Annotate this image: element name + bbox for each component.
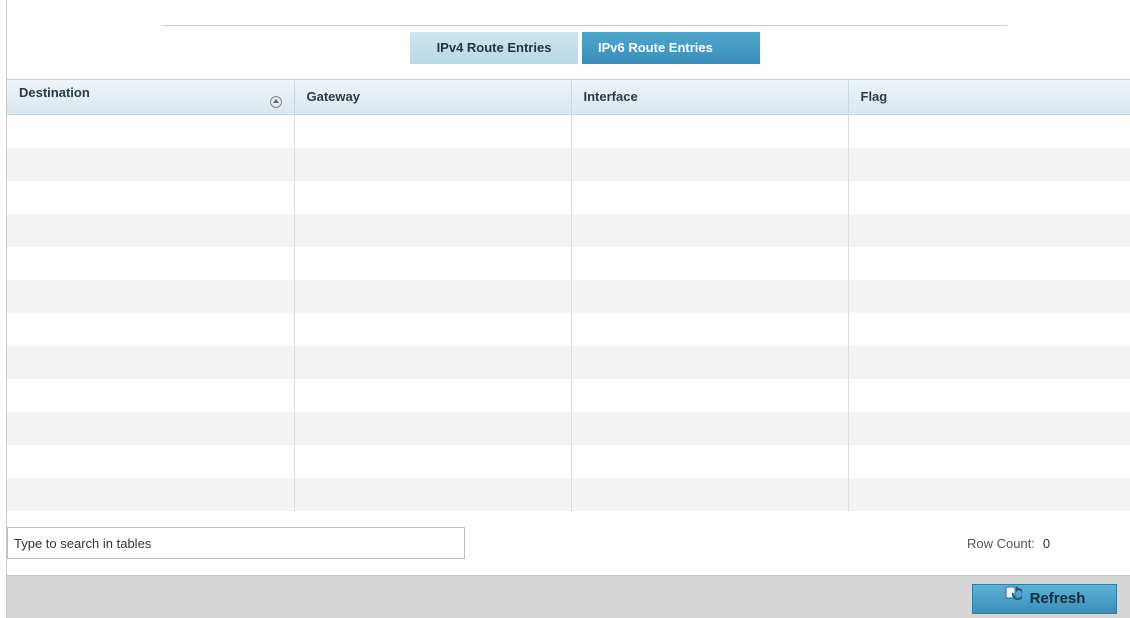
column-header-gateway[interactable]: Gateway [294, 80, 572, 115]
table-cell [848, 445, 1130, 478]
table-header-row: Destination Gateway Interface Flag [7, 80, 1130, 115]
table-row [7, 213, 1130, 247]
table-cell [571, 378, 849, 412]
row-count-value: 0 [1042, 536, 1051, 551]
table-cell [571, 114, 849, 148]
route-table: Destination Gateway Interface Flag [7, 79, 1130, 521]
table-cell [7, 312, 295, 346]
table-cell [848, 279, 1130, 313]
column-header-destination[interactable]: Destination [7, 80, 295, 115]
table-cell [294, 345, 572, 379]
table-cell [571, 411, 849, 445]
table-row [7, 312, 1130, 346]
table-cell [848, 379, 1130, 412]
table-row [7, 345, 1130, 379]
table-cell [571, 246, 849, 280]
table-cell [571, 444, 849, 478]
table-body [7, 114, 1130, 511]
tab-ipv6-route-entries[interactable]: IPv6 Route Entries [582, 32, 760, 64]
table-row [7, 180, 1130, 214]
table-row [7, 378, 1130, 412]
table-cell [294, 279, 572, 313]
table-cell [294, 114, 572, 148]
table-cell [7, 411, 295, 445]
table-cell [848, 181, 1130, 214]
table-cell [848, 477, 1130, 511]
table-cell [294, 312, 572, 346]
table-cell [294, 477, 572, 511]
table-row [7, 147, 1130, 181]
table-cell [7, 279, 295, 313]
table-cell [7, 477, 295, 511]
table-cell [848, 247, 1130, 280]
table-cell [294, 180, 572, 214]
table-cell [7, 345, 295, 379]
table-cell [571, 279, 849, 313]
refresh-button[interactable]: Refresh [972, 584, 1117, 614]
table-row [7, 444, 1130, 478]
route-entries-panel: IPv4 Route Entries IPv6 Route Entries De… [6, 0, 1130, 618]
table-cell [7, 114, 295, 148]
table-row [7, 114, 1130, 148]
table-search-input[interactable] [7, 527, 465, 559]
table-cell [571, 345, 849, 379]
table-cell [571, 147, 849, 181]
footer-bar: Refresh [7, 575, 1130, 618]
column-header-interface[interactable]: Interface [571, 80, 849, 115]
table-cell [571, 180, 849, 214]
table-cell [7, 180, 295, 214]
table-cell [294, 378, 572, 412]
table-cell [848, 313, 1130, 346]
sort-ascending-icon[interactable] [269, 96, 282, 109]
table-cell [571, 213, 849, 247]
table-cell [848, 213, 1130, 247]
table-cell [848, 147, 1130, 181]
table-cell [7, 147, 295, 181]
table-row [7, 279, 1130, 313]
column-header-flag[interactable]: Flag [848, 80, 1130, 115]
table-cell [294, 246, 572, 280]
tab-ipv4-route-entries[interactable]: IPv4 Route Entries [410, 32, 578, 64]
tab-bar: IPv4 Route Entries IPv6 Route Entries [410, 32, 760, 64]
refresh-icon [1004, 584, 1024, 612]
column-header-label: Destination [19, 85, 90, 101]
table-cell [7, 444, 295, 478]
table-cell [294, 213, 572, 247]
table-cell [848, 411, 1130, 445]
table-row [7, 477, 1130, 511]
row-count-label: Row Count: [967, 536, 1035, 551]
divider [162, 25, 1007, 26]
table-cell [7, 378, 295, 412]
row-count: Row Count: 0 [967, 536, 1050, 551]
table-cell [7, 246, 295, 280]
table-cell [294, 147, 572, 181]
table-row [7, 246, 1130, 280]
refresh-label: Refresh [1029, 590, 1086, 607]
table-cell [848, 114, 1130, 148]
table-cell [294, 411, 572, 445]
table-row [7, 411, 1130, 445]
table-cell [7, 213, 295, 247]
table-cell [848, 345, 1130, 379]
table-cell [294, 444, 572, 478]
table-cell [571, 312, 849, 346]
table-cell [571, 477, 849, 511]
